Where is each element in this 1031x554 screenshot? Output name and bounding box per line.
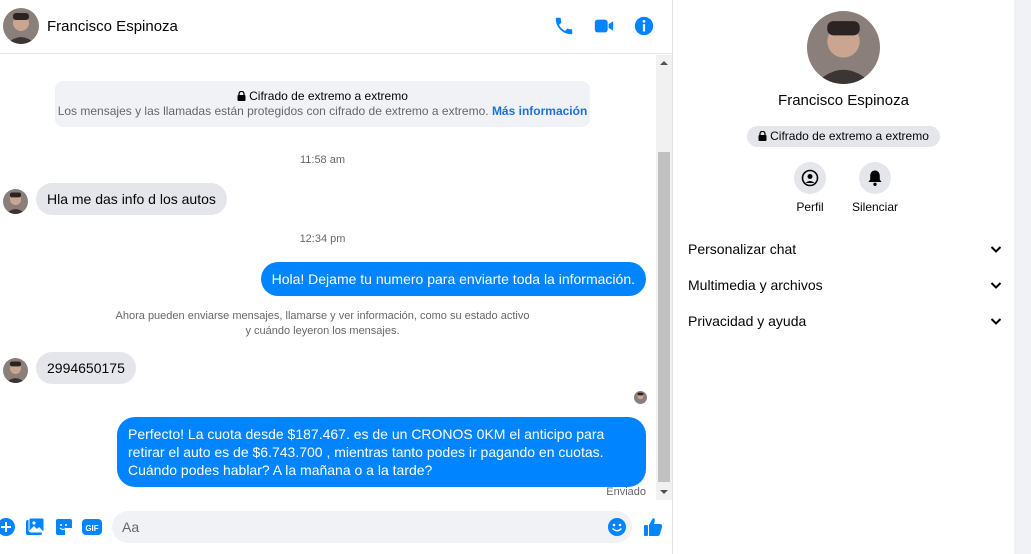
section-customize-chat[interactable]: Personalizar chat <box>688 234 1003 264</box>
bell-icon[interactable] <box>859 162 891 194</box>
info-icon[interactable] <box>633 15 655 37</box>
encryption-body: Los mensajes y las llamadas están proteg… <box>57 104 489 118</box>
section-privacy-help[interactable]: Privacidad y ayuda <box>688 306 1003 336</box>
contact-name[interactable]: Francisco Espinoza <box>47 18 178 35</box>
chevron-down-icon <box>990 318 1002 325</box>
plus-icon[interactable] <box>0 517 16 537</box>
system-note-line-1: Ahora pueden enviarse mensajes, llamarse… <box>115 310 530 322</box>
chevron-down-icon <box>990 282 1002 289</box>
encryption-pill-label: Cifrado de extremo a extremo <box>770 129 929 143</box>
profile-avatar[interactable] <box>807 11 880 84</box>
incoming-message[interactable]: Hla me das info d los autos <box>36 183 227 215</box>
chat-pane: Francisco Espinoza Cifrado de extremo a … <box>0 0 673 554</box>
mute-action[interactable]: Silenciar <box>845 162 905 214</box>
image-icon[interactable] <box>25 517 45 537</box>
timestamp: 11:58 am <box>299 154 346 166</box>
outgoing-message[interactable]: Perfecto! La cuota desde $187.467. es de… <box>117 417 646 487</box>
profile-action[interactable]: Perfil <box>780 162 840 214</box>
profile-action-label: Perfil <box>796 200 824 214</box>
section-media-files[interactable]: Multimedia y archivos <box>688 270 1003 300</box>
sender-avatar <box>3 189 28 214</box>
section-label: Privacidad y ayuda <box>688 313 807 329</box>
section-label: Personalizar chat <box>688 241 797 257</box>
scrollbar-thumb[interactable] <box>658 152 670 482</box>
emoji-icon[interactable] <box>607 517 627 537</box>
chat-header: Francisco Espinoza <box>0 0 672 54</box>
encryption-banner: Cifrado de extremo a extremo Los mensaje… <box>55 81 590 127</box>
scroll-down-arrow[interactable] <box>656 484 672 500</box>
encryption-title: Cifrado de extremo a extremo <box>249 89 408 103</box>
message-list: Cifrado de extremo a extremo Los mensaje… <box>0 55 656 500</box>
conversation-info-panel: Francisco Espinoza Cifrado de extremo a … <box>673 0 1031 554</box>
seen-indicator-avatar <box>634 391 647 404</box>
contact-avatar[interactable] <box>3 8 39 44</box>
profile-icon[interactable] <box>794 162 826 194</box>
sent-status: Enviado <box>606 486 646 498</box>
video-icon[interactable] <box>593 15 615 37</box>
lock-icon <box>237 91 246 101</box>
system-note-line-2: y cuándo leyeron los mensajes. <box>245 325 400 337</box>
panel-edge <box>1014 0 1031 554</box>
gif-label: GIF <box>85 524 98 533</box>
message-scrollbar[interactable] <box>656 55 672 500</box>
more-info-link[interactable]: Más información <box>492 104 587 118</box>
encryption-body-row: Los mensajes y las llamadas están proteg… <box>55 104 590 118</box>
section-label: Multimedia y archivos <box>688 277 823 293</box>
message-input[interactable] <box>112 511 632 543</box>
system-note: Ahora pueden enviarse mensajes, llamarse… <box>0 309 645 339</box>
phone-icon[interactable] <box>553 15 575 37</box>
lock-icon <box>758 131 767 141</box>
like-icon[interactable] <box>643 517 663 537</box>
encryption-title-row: Cifrado de extremo a extremo <box>55 89 590 103</box>
incoming-message[interactable]: 2994650175 <box>36 352 136 384</box>
composer: GIF <box>0 505 672 549</box>
chevron-down-icon <box>990 246 1002 253</box>
mute-action-label: Silenciar <box>851 200 899 214</box>
profile-name: Francisco Espinoza <box>778 92 909 109</box>
messenger-app: Francisco Espinoza Cifrado de extremo a … <box>0 0 1031 554</box>
sender-avatar <box>3 358 28 383</box>
gif-icon[interactable]: GIF <box>82 517 102 537</box>
scroll-up-arrow[interactable] <box>656 55 672 71</box>
timestamp: 12:34 pm <box>299 233 346 245</box>
sticker-icon[interactable] <box>54 517 74 537</box>
encryption-pill: Cifrado de extremo a extremo <box>747 126 940 147</box>
outgoing-message[interactable]: Hola! Dejame tu numero para enviarte tod… <box>260 262 646 296</box>
